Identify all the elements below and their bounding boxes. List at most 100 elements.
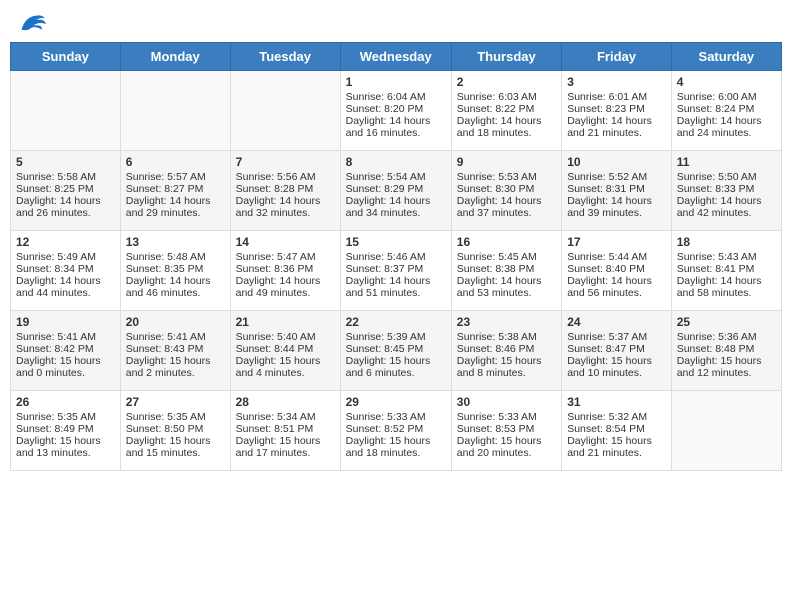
sunset-text: Sunset: 8:48 PM <box>677 343 776 355</box>
daylight-text: Daylight: 15 hours and 0 minutes. <box>16 355 115 379</box>
sunset-text: Sunset: 8:34 PM <box>16 263 115 275</box>
day-number: 21 <box>236 315 335 329</box>
daylight-text: Daylight: 14 hours and 58 minutes. <box>677 275 776 299</box>
day-header-wednesday: Wednesday <box>340 43 451 71</box>
calendar-cell: 2Sunrise: 6:03 AMSunset: 8:22 PMDaylight… <box>451 71 561 151</box>
logo-bird-icon <box>18 10 46 34</box>
sunset-text: Sunset: 8:49 PM <box>16 423 115 435</box>
day-number: 7 <box>236 155 335 169</box>
calendar-week-row: 12Sunrise: 5:49 AMSunset: 8:34 PMDayligh… <box>11 231 782 311</box>
calendar-cell <box>11 71 121 151</box>
day-number: 14 <box>236 235 335 249</box>
daylight-text: Daylight: 14 hours and 42 minutes. <box>677 195 776 219</box>
sunrise-text: Sunrise: 5:33 AM <box>346 411 446 423</box>
sunrise-text: Sunrise: 5:53 AM <box>457 171 556 183</box>
daylight-text: Daylight: 14 hours and 51 minutes. <box>346 275 446 299</box>
daylight-text: Daylight: 15 hours and 13 minutes. <box>16 435 115 459</box>
sunrise-text: Sunrise: 5:33 AM <box>457 411 556 423</box>
day-number: 29 <box>346 395 446 409</box>
calendar-cell: 10Sunrise: 5:52 AMSunset: 8:31 PMDayligh… <box>562 151 672 231</box>
logo <box>14 10 46 34</box>
day-number: 5 <box>16 155 115 169</box>
sunset-text: Sunset: 8:41 PM <box>677 263 776 275</box>
daylight-text: Daylight: 14 hours and 16 minutes. <box>346 115 446 139</box>
sunset-text: Sunset: 8:28 PM <box>236 183 335 195</box>
sunset-text: Sunset: 8:27 PM <box>126 183 225 195</box>
sunrise-text: Sunrise: 5:58 AM <box>16 171 115 183</box>
day-header-saturday: Saturday <box>671 43 781 71</box>
sunrise-text: Sunrise: 6:01 AM <box>567 91 666 103</box>
sunset-text: Sunset: 8:25 PM <box>16 183 115 195</box>
day-number: 20 <box>126 315 225 329</box>
calendar-cell: 9Sunrise: 5:53 AMSunset: 8:30 PMDaylight… <box>451 151 561 231</box>
sunset-text: Sunset: 8:44 PM <box>236 343 335 355</box>
day-number: 13 <box>126 235 225 249</box>
calendar-cell: 8Sunrise: 5:54 AMSunset: 8:29 PMDaylight… <box>340 151 451 231</box>
sunset-text: Sunset: 8:36 PM <box>236 263 335 275</box>
sunset-text: Sunset: 8:24 PM <box>677 103 776 115</box>
day-number: 1 <box>346 75 446 89</box>
day-number: 22 <box>346 315 446 329</box>
daylight-text: Daylight: 15 hours and 12 minutes. <box>677 355 776 379</box>
day-number: 26 <box>16 395 115 409</box>
daylight-text: Daylight: 15 hours and 8 minutes. <box>457 355 556 379</box>
day-number: 12 <box>16 235 115 249</box>
sunrise-text: Sunrise: 5:40 AM <box>236 331 335 343</box>
sunset-text: Sunset: 8:50 PM <box>126 423 225 435</box>
sunset-text: Sunset: 8:54 PM <box>567 423 666 435</box>
calendar-cell: 13Sunrise: 5:48 AMSunset: 8:35 PMDayligh… <box>120 231 230 311</box>
sunrise-text: Sunrise: 5:45 AM <box>457 251 556 263</box>
calendar-cell: 31Sunrise: 5:32 AMSunset: 8:54 PMDayligh… <box>562 391 672 471</box>
calendar-cell: 24Sunrise: 5:37 AMSunset: 8:47 PMDayligh… <box>562 311 672 391</box>
day-number: 25 <box>677 315 776 329</box>
sunrise-text: Sunrise: 5:49 AM <box>16 251 115 263</box>
day-header-sunday: Sunday <box>11 43 121 71</box>
calendar-cell: 5 Sunrise: 5:58 AMSunset: 8:25 PMDaylight… <box>11 151 121 231</box>
daylight-text: Daylight: 14 hours and 24 minutes. <box>677 115 776 139</box>
day-number: 27 <box>126 395 225 409</box>
daylight-text: Daylight: 15 hours and 6 minutes. <box>346 355 446 379</box>
day-number: 19 <box>16 315 115 329</box>
sunrise-text: Sunrise: 5:43 AM <box>677 251 776 263</box>
daylight-text: Daylight: 14 hours and 26 minutes. <box>16 195 115 219</box>
calendar-cell: 23Sunrise: 5:38 AMSunset: 8:46 PMDayligh… <box>451 311 561 391</box>
daylight-text: Daylight: 14 hours and 44 minutes. <box>16 275 115 299</box>
daylight-text: Daylight: 14 hours and 32 minutes. <box>236 195 335 219</box>
sunrise-text: Sunrise: 5:54 AM <box>346 171 446 183</box>
daylight-text: Daylight: 14 hours and 56 minutes. <box>567 275 666 299</box>
daylight-text: Daylight: 15 hours and 17 minutes. <box>236 435 335 459</box>
sunrise-text: Sunrise: 5:32 AM <box>567 411 666 423</box>
calendar-cell: 11Sunrise: 5:50 AMSunset: 8:33 PMDayligh… <box>671 151 781 231</box>
calendar-cell: 19Sunrise: 5:41 AMSunset: 8:42 PMDayligh… <box>11 311 121 391</box>
day-number: 11 <box>677 155 776 169</box>
calendar-cell: 7 Sunrise: 5:56 AMSunset: 8:28 PMDaylight… <box>230 151 340 231</box>
calendar-cell: 25Sunrise: 5:36 AMSunset: 8:48 PMDayligh… <box>671 311 781 391</box>
daylight-text: Daylight: 15 hours and 10 minutes. <box>567 355 666 379</box>
sunset-text: Sunset: 8:37 PM <box>346 263 446 275</box>
sunrise-text: Sunrise: 5:50 AM <box>677 171 776 183</box>
day-header-monday: Monday <box>120 43 230 71</box>
sunrise-text: Sunrise: 5:48 AM <box>126 251 225 263</box>
daylight-text: Daylight: 14 hours and 49 minutes. <box>236 275 335 299</box>
sunset-text: Sunset: 8:31 PM <box>567 183 666 195</box>
calendar-cell <box>120 71 230 151</box>
calendar-cell: 1 Sunrise: 6:04 AMSunset: 8:20 PMDaylight… <box>340 71 451 151</box>
calendar-cell: 29Sunrise: 5:33 AMSunset: 8:52 PMDayligh… <box>340 391 451 471</box>
day-number: 28 <box>236 395 335 409</box>
sunset-text: Sunset: 8:45 PM <box>346 343 446 355</box>
day-number: 15 <box>346 235 446 249</box>
calendar-cell: 26Sunrise: 5:35 AMSunset: 8:49 PMDayligh… <box>11 391 121 471</box>
sunset-text: Sunset: 8:38 PM <box>457 263 556 275</box>
days-header-row: SundayMondayTuesdayWednesdayThursdayFrid… <box>11 43 782 71</box>
daylight-text: Daylight: 14 hours and 53 minutes. <box>457 275 556 299</box>
sunset-text: Sunset: 8:35 PM <box>126 263 225 275</box>
sunset-text: Sunset: 8:20 PM <box>346 103 446 115</box>
sunset-text: Sunset: 8:23 PM <box>567 103 666 115</box>
sunrise-text: Sunrise: 6:04 AM <box>346 91 446 103</box>
day-number: 17 <box>567 235 666 249</box>
daylight-text: Daylight: 14 hours and 18 minutes. <box>457 115 556 139</box>
sunset-text: Sunset: 8:52 PM <box>346 423 446 435</box>
sunrise-text: Sunrise: 5:56 AM <box>236 171 335 183</box>
sunrise-text: Sunrise: 5:39 AM <box>346 331 446 343</box>
sunrise-text: Sunrise: 6:03 AM <box>457 91 556 103</box>
